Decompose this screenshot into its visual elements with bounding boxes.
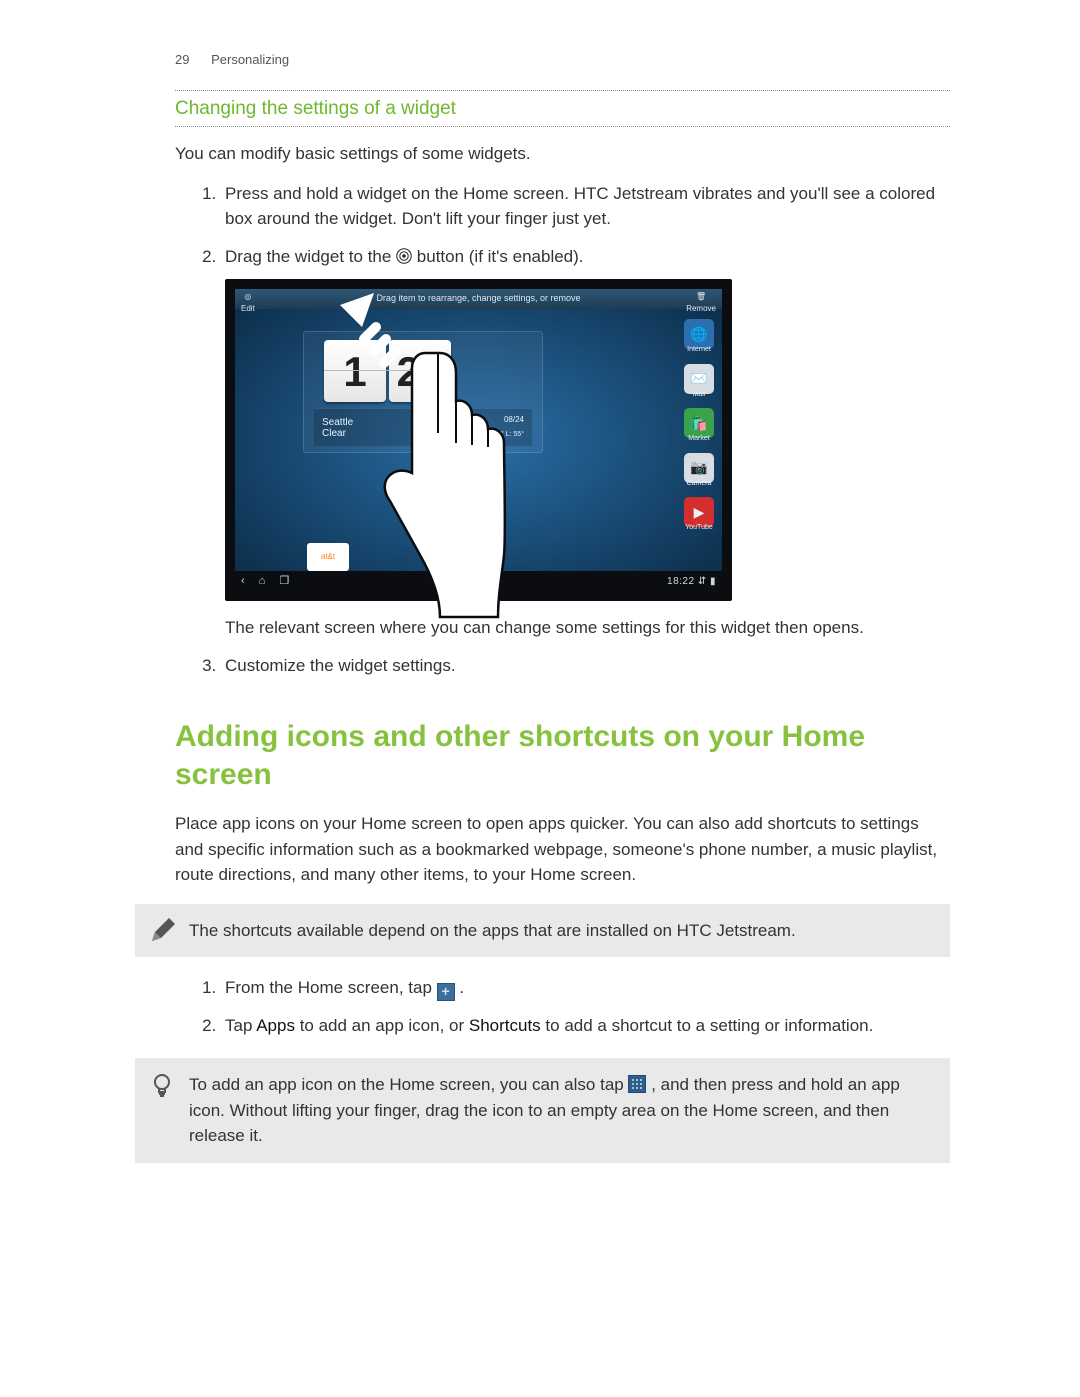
lightbulb-icon	[149, 1072, 175, 1098]
steps-list-1: Press and hold a widget on the Home scre…	[175, 181, 950, 679]
all-apps-icon	[628, 1075, 646, 1093]
app-column: 🌐Internet✉️Mail🛍️Market📷Camera▶YouTube	[684, 319, 714, 534]
section-paragraph: Place app icons on your Home screen to o…	[175, 811, 950, 888]
step-2-text-b: button (if it's enabled).	[417, 247, 584, 266]
subheading: Changing the settings of a widget	[175, 95, 950, 124]
back-icon: ‹	[241, 573, 245, 590]
step2-1-b: .	[459, 978, 464, 997]
steps-list-2: From the Home screen, tap + . Tap Apps t…	[175, 975, 950, 1038]
hand-gesture-illustration	[340, 293, 510, 628]
settings-target-icon: ◎	[241, 291, 255, 303]
step-3: Customize the widget settings.	[221, 653, 950, 679]
app-label: Mail	[684, 390, 714, 401]
pencil-icon	[149, 918, 175, 944]
remove-label: Remove	[686, 303, 716, 315]
step-2: Drag the widget to the button (if it's e…	[221, 244, 950, 641]
remove-button: 🗑 Remove	[686, 291, 716, 315]
section-title: Adding icons and other shortcuts on your…	[175, 718, 950, 793]
app-label: Market	[684, 434, 714, 445]
app-label: Internet	[684, 345, 714, 356]
step2-1: From the Home screen, tap + .	[221, 975, 950, 1001]
step-1: Press and hold a widget on the Home scre…	[221, 181, 950, 232]
trash-icon: 🗑	[686, 291, 716, 303]
edit-button: ◎ Edit	[241, 291, 255, 315]
page-number: 29	[175, 52, 189, 67]
note-box: The shortcuts available depend on the ap…	[135, 904, 950, 958]
edit-label: Edit	[241, 303, 255, 315]
tablet-screenshot: ◎ Edit Drag item to rearrange, change se…	[225, 279, 732, 601]
wifi-icon: ⇵ ▮	[698, 576, 716, 587]
app-label: Camera	[684, 479, 714, 490]
nav-time-text: 18:22	[667, 576, 695, 587]
tip-box: To add an app icon on the Home screen, y…	[135, 1058, 950, 1163]
recent-icon: ❐	[279, 573, 289, 590]
step-2-text-a: Drag the widget to the	[225, 247, 396, 266]
step2-2-c: to add a shortcut to a setting or inform…	[545, 1016, 873, 1035]
step2-1-a: From the Home screen, tap	[225, 978, 437, 997]
step2-2-a: Tap	[225, 1016, 256, 1035]
chapter-name: Personalizing	[211, 52, 289, 67]
step2-2-b: to add an app icon, or	[300, 1016, 469, 1035]
app-label: YouTube	[684, 523, 714, 534]
home-icon: ⌂	[259, 573, 266, 590]
plus-icon: +	[437, 983, 455, 1001]
shortcuts-label: Shortcuts	[469, 1016, 541, 1035]
running-header: 29 Personalizing	[175, 50, 950, 70]
clock-time: 18:22 ⇵ ▮	[667, 574, 716, 589]
subheading-container: Changing the settings of a widget	[175, 90, 950, 128]
intro-paragraph: You can modify basic settings of some wi…	[175, 141, 950, 167]
apps-label: Apps	[256, 1016, 295, 1035]
note-text: The shortcuts available depend on the ap…	[189, 921, 796, 940]
settings-target-icon	[396, 248, 412, 264]
step2-2: Tap Apps to add an app icon, or Shortcut…	[221, 1013, 950, 1039]
tip-text-a: To add an app icon on the Home screen, y…	[189, 1075, 628, 1094]
step-2-followup: The relevant screen where you can change…	[225, 615, 950, 641]
